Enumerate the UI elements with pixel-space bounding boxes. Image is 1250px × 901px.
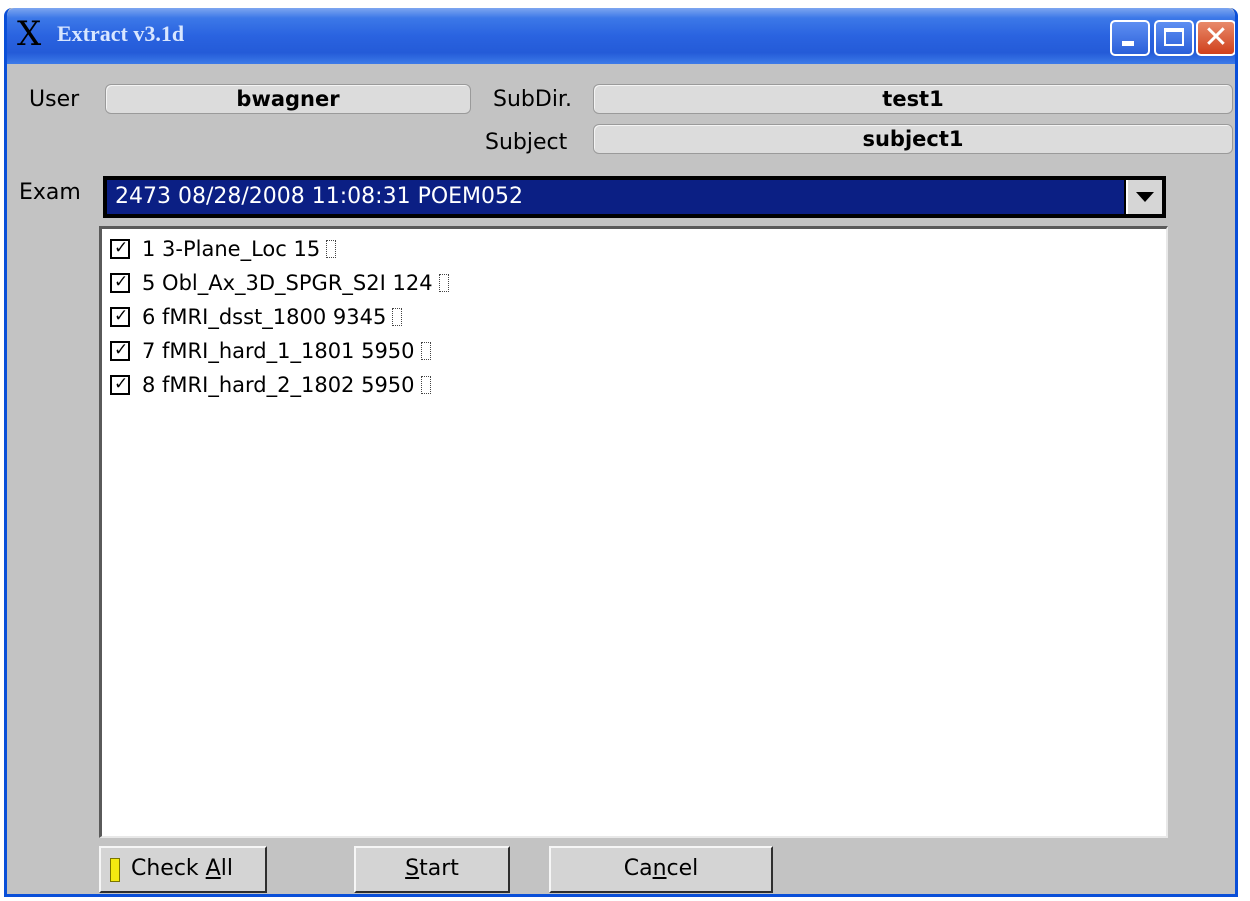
- cancel-label-b: cel: [666, 856, 699, 881]
- series-checkbox[interactable]: ✓: [110, 306, 130, 327]
- user-field[interactable]: bwagner: [105, 84, 471, 114]
- minimize-button[interactable]: [1110, 20, 1150, 56]
- minimize-icon: [1122, 41, 1134, 46]
- series-label: 7 fMRI_hard_1_1801 5950: [142, 339, 415, 363]
- series-label: 6 fMRI_dsst_1800 9345: [142, 305, 387, 329]
- close-icon: ✕: [1203, 20, 1229, 55]
- cancel-button[interactable]: Cancel: [549, 846, 773, 893]
- start-mnemonic: S: [405, 856, 420, 881]
- series-label: 8 fMRI_hard_2_1802 5950: [142, 373, 415, 397]
- cancel-label-a: Ca: [623, 856, 653, 881]
- list-item[interactable]: ✓ 5 Obl_Ax_3D_SPGR_S2I 124: [110, 269, 449, 297]
- exam-label: Exam: [19, 180, 81, 205]
- extract-window: X Extract v3.1d ✕ User bwagner SubDir. t…: [4, 8, 1238, 897]
- check-icon: ✓: [114, 340, 129, 360]
- check-icon: ✓: [114, 238, 129, 258]
- close-button[interactable]: ✕: [1196, 20, 1235, 56]
- subdir-label: SubDir.: [493, 87, 572, 112]
- subject-label: Subject: [485, 130, 568, 155]
- focus-box-icon: [392, 308, 403, 326]
- check-all-button[interactable]: Check All: [99, 846, 267, 893]
- series-checkbox[interactable]: ✓: [110, 340, 130, 361]
- cancel-mnemonic: n: [652, 856, 667, 881]
- series-label: 1 3-Plane_Loc 15: [142, 237, 321, 261]
- series-checkbox[interactable]: ✓: [110, 238, 130, 259]
- list-item[interactable]: ✓ 8 fMRI_hard_2_1802 5950: [110, 371, 431, 399]
- chevron-down-icon: [1136, 192, 1154, 202]
- maximize-button[interactable]: [1154, 20, 1194, 56]
- list-item[interactable]: ✓ 1 3-Plane_Loc 15: [110, 235, 337, 263]
- list-item[interactable]: ✓ 7 fMRI_hard_1_1801 5950: [110, 337, 431, 365]
- focus-box-icon: [326, 240, 337, 258]
- list-item[interactable]: ✓ 6 fMRI_dsst_1800 9345: [110, 303, 403, 331]
- maximize-icon: [1164, 28, 1184, 46]
- series-list[interactable]: ✓ 1 3-Plane_Loc 15 ✓ 5 Obl_Ax_3D_SPGR_S2…: [99, 226, 1168, 838]
- series-label: 5 Obl_Ax_3D_SPGR_S2I 124: [142, 271, 433, 295]
- series-checkbox[interactable]: ✓: [110, 272, 130, 293]
- exam-dropdown-button[interactable]: [1126, 180, 1162, 214]
- check-all-label-b: ll: [220, 856, 233, 881]
- subject-field[interactable]: subject1: [593, 124, 1233, 154]
- start-button[interactable]: Start: [354, 846, 510, 893]
- subdir-field[interactable]: test1: [593, 84, 1233, 114]
- title-bar[interactable]: X Extract v3.1d ✕: [7, 8, 1235, 64]
- check-icon: ✓: [114, 374, 129, 394]
- focus-box-icon: [420, 342, 431, 360]
- start-label: tart: [419, 856, 459, 881]
- focus-box-icon: [438, 274, 449, 292]
- window-title: Extract v3.1d: [57, 21, 185, 46]
- check-icon: ✓: [114, 272, 129, 292]
- exam-selected-value[interactable]: 2473 08/28/2008 11:08:31 POEM052: [107, 180, 1124, 214]
- series-checkbox[interactable]: ✓: [110, 374, 130, 395]
- user-label: User: [29, 87, 80, 112]
- exam-select[interactable]: 2473 08/28/2008 11:08:31 POEM052: [103, 176, 1166, 218]
- check-all-mnemonic: A: [205, 856, 221, 881]
- focus-box-icon: [420, 376, 431, 394]
- check-icon: ✓: [114, 306, 129, 326]
- check-all-label-a: Check: [131, 856, 206, 881]
- x-app-icon: X: [17, 14, 42, 54]
- indicator-icon: [110, 858, 120, 882]
